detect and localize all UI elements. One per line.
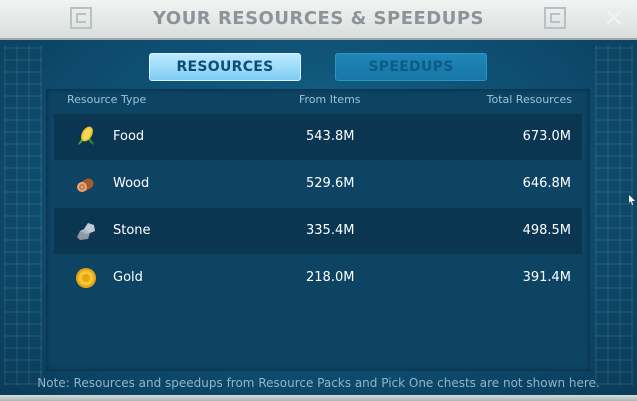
dialog-title: YOUR RESOURCES & SPEEDUPS bbox=[153, 8, 484, 29]
mouse-cursor-icon bbox=[629, 195, 635, 205]
resource-name: Gold bbox=[113, 270, 143, 285]
gold-coin-icon bbox=[76, 268, 96, 288]
tab-speedups[interactable]: SPEEDUPS bbox=[335, 53, 487, 81]
column-header-total-resources: Total Resources bbox=[486, 93, 572, 106]
total-resources-value: 498.5M bbox=[522, 223, 571, 238]
tab-resources[interactable]: RESOURCES bbox=[149, 53, 301, 81]
dialog-header: YOUR RESOURCES & SPEEDUPS ✕ bbox=[0, 0, 637, 40]
total-resources-value: 673.0M bbox=[522, 129, 571, 144]
dialog-bottom-border bbox=[0, 395, 637, 401]
resource-name: Stone bbox=[113, 223, 151, 238]
resources-table: Resource Type From Items Total Resources… bbox=[46, 89, 590, 371]
from-items-value: 335.4M bbox=[306, 223, 355, 238]
log-icon bbox=[77, 178, 94, 192]
total-resources-value: 391.4M bbox=[522, 270, 571, 285]
from-items-value: 529.6M bbox=[306, 176, 355, 191]
total-resources-value: 646.8M bbox=[522, 176, 571, 191]
from-items-value: 543.8M bbox=[306, 129, 355, 144]
column-header-resource-type: Resource Type bbox=[67, 93, 147, 106]
footnote: Note: Resources and speedups from Resour… bbox=[37, 376, 600, 390]
table-row-wood: Wood 529.6M 646.8M bbox=[54, 161, 582, 207]
close-button[interactable]: ✕ bbox=[601, 6, 627, 32]
left-border-pattern bbox=[4, 45, 42, 385]
resource-name: Food bbox=[113, 129, 145, 144]
table-row-gold: Gold 218.0M 391.4M bbox=[54, 255, 582, 301]
stone-icon bbox=[77, 223, 95, 240]
table-row-stone: Stone 335.4M 498.5M bbox=[54, 208, 582, 254]
right-border-pattern bbox=[595, 45, 633, 385]
from-items-value: 218.0M bbox=[306, 270, 355, 285]
corn-icon bbox=[78, 126, 94, 145]
resource-name: Wood bbox=[113, 176, 150, 191]
table-row-food: Food 543.8M 673.0M bbox=[54, 114, 582, 160]
column-header-from-items: From Items bbox=[299, 93, 361, 106]
